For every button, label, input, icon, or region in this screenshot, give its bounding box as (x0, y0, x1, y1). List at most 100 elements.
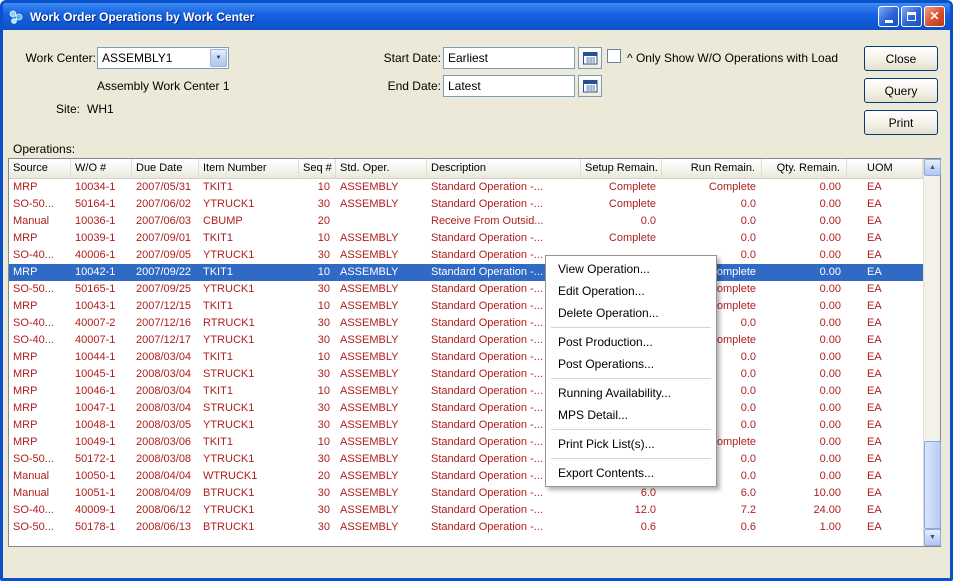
table-row[interactable]: SO-40...40006-12007/09/05YTRUCK130ASSEMB… (9, 247, 923, 264)
cell-due: 2007/09/01 (132, 230, 199, 247)
menu-item[interactable]: Post Operations... (548, 353, 714, 375)
table-row[interactable]: MRP10045-12008/03/04STRUCK130ASSEMBLYSta… (9, 366, 923, 383)
close-window-titlebar-button[interactable]: ✕ (924, 6, 945, 27)
chevron-down-icon[interactable]: ▼ (210, 49, 227, 67)
cell-item: STRUCK1 (199, 400, 299, 417)
cell-wo: 10036-1 (71, 213, 132, 230)
load-filter-checkbox[interactable] (607, 49, 621, 63)
cell-seq: 30 (299, 519, 336, 536)
cell-source: Manual (9, 468, 71, 485)
cell-item: TKIT1 (199, 230, 299, 247)
table-row[interactable]: MRP10044-12008/03/04TKIT110ASSEMBLYStand… (9, 349, 923, 366)
menu-item[interactable]: Export Contents... (548, 462, 714, 484)
table-row[interactable]: SO-50...50164-12007/06/02YTRUCK130ASSEMB… (9, 196, 923, 213)
cell-item: TKIT1 (199, 264, 299, 281)
cell-setup: Complete (581, 179, 662, 196)
cell-wo: 10050-1 (71, 468, 132, 485)
cell-uom: EA (847, 213, 923, 230)
start-date-calendar-button[interactable] (578, 47, 602, 69)
menu-item[interactable]: Print Pick List(s)... (548, 433, 714, 455)
cell-wo: 10048-1 (71, 417, 132, 434)
menu-item[interactable]: MPS Detail... (548, 404, 714, 426)
scroll-thumb[interactable] (924, 441, 941, 529)
column-header-due[interactable]: Due Date (132, 159, 199, 178)
cell-seq: 30 (299, 196, 336, 213)
column-header-run[interactable]: Run Remain. (662, 159, 762, 178)
column-header-source[interactable]: Source (9, 159, 71, 178)
column-header-uom[interactable]: UOM (847, 159, 923, 178)
table-row[interactable]: MRP10039-12007/09/01TKIT110ASSEMBLYStand… (9, 230, 923, 247)
cell-desc: Standard Operation -... (427, 230, 581, 247)
column-header-setup[interactable]: Setup Remain. (581, 159, 662, 178)
vertical-scrollbar[interactable]: ▲ ▼ (923, 159, 940, 546)
table-row[interactable]: MRP10046-12008/03/04TKIT110ASSEMBLYStand… (9, 383, 923, 400)
cell-source: MRP (9, 400, 71, 417)
cell-uom: EA (847, 468, 923, 485)
table-row[interactable]: Manual10036-12007/06/03CBUMP20Receive Fr… (9, 213, 923, 230)
table-row[interactable]: MRP10043-12007/12/15TKIT110ASSEMBLYStand… (9, 298, 923, 315)
table-row[interactable]: MRP10034-12007/05/31TKIT110ASSEMBLYStand… (9, 179, 923, 196)
cell-source: MRP (9, 383, 71, 400)
table-row[interactable]: MRP10047-12008/03/04STRUCK130ASSEMBLYSta… (9, 400, 923, 417)
cell-source: SO-50... (9, 196, 71, 213)
cell-qty: 0.00 (762, 451, 847, 468)
cell-seq: 30 (299, 315, 336, 332)
table-row[interactable]: Manual10051-12008/04/09BTRUCK130ASSEMBLY… (9, 485, 923, 502)
menu-separator (551, 429, 711, 430)
menu-item[interactable]: Post Production... (548, 331, 714, 353)
scroll-down-icon[interactable]: ▼ (924, 529, 941, 546)
cell-seq: 10 (299, 434, 336, 451)
cell-due: 2008/04/04 (132, 468, 199, 485)
column-header-wo[interactable]: W/O # (71, 159, 132, 178)
menu-item[interactable]: Delete Operation... (548, 302, 714, 324)
menu-item[interactable]: View Operation... (548, 258, 714, 280)
table-row[interactable]: SO-50...50172-12008/03/08YTRUCK130ASSEMB… (9, 451, 923, 468)
table-row[interactable]: SO-40...40007-22007/12/16RTRUCK130ASSEMB… (9, 315, 923, 332)
table-row[interactable]: MRP10048-12008/03/05YTRUCK130ASSEMBLYSta… (9, 417, 923, 434)
menu-item[interactable]: Running Availability... (548, 382, 714, 404)
scroll-up-icon[interactable]: ▲ (924, 159, 941, 176)
table-row[interactable]: SO-40...40007-12007/12/17YTRUCK130ASSEMB… (9, 332, 923, 349)
cell-qty: 10.00 (762, 485, 847, 502)
column-header-std[interactable]: Std. Oper. (336, 159, 427, 178)
end-date-calendar-button[interactable] (578, 75, 602, 97)
cell-source: MRP (9, 434, 71, 451)
table-row[interactable]: MRP10042-12007/09/22TKIT110ASSEMBLYStand… (9, 264, 923, 281)
cell-item: YTRUCK1 (199, 332, 299, 349)
print-button[interactable]: Print (864, 110, 938, 135)
cell-uom: EA (847, 196, 923, 213)
titlebar[interactable]: Work Order Operations by Work Center ✕ (3, 3, 950, 30)
column-header-item[interactable]: Item Number (199, 159, 299, 178)
query-button[interactable]: Query (864, 78, 938, 103)
maximize-icon (907, 12, 916, 21)
cell-item: YTRUCK1 (199, 451, 299, 468)
close-button[interactable]: Close (864, 46, 938, 71)
cell-qty: 0.00 (762, 298, 847, 315)
table-row[interactable]: Manual10050-12008/04/04WTRUCK120ASSEMBLY… (9, 468, 923, 485)
site-label: Site: (11, 102, 80, 116)
cell-wo: 10044-1 (71, 349, 132, 366)
column-header-seq[interactable]: Seq # (299, 159, 336, 178)
table-row[interactable]: MRP10049-12008/03/06TKIT110ASSEMBLYStand… (9, 434, 923, 451)
cell-std: ASSEMBLY (336, 332, 427, 349)
cell-due: 2007/12/17 (132, 332, 199, 349)
column-header-qty[interactable]: Qty. Remain. (762, 159, 847, 178)
cell-std: ASSEMBLY (336, 434, 427, 451)
cell-seq: 30 (299, 332, 336, 349)
table-row[interactable]: SO-40...40009-12008/06/12YTRUCK130ASSEMB… (9, 502, 923, 519)
cell-run: Complete (662, 179, 762, 196)
table-row[interactable]: SO-50...50165-12007/09/25YTRUCK130ASSEMB… (9, 281, 923, 298)
cell-wo: 50164-1 (71, 196, 132, 213)
minimize-button[interactable] (878, 6, 899, 27)
menu-item[interactable]: Edit Operation... (548, 280, 714, 302)
cell-setup: 0.6 (581, 519, 662, 536)
maximize-button[interactable] (901, 6, 922, 27)
end-date-input[interactable] (443, 75, 575, 97)
cell-wo: 10047-1 (71, 400, 132, 417)
start-date-input[interactable] (443, 47, 575, 69)
cell-qty: 1.00 (762, 519, 847, 536)
table-row[interactable]: SO-50...50178-12008/06/13BTRUCK130ASSEMB… (9, 519, 923, 536)
work-center-combobox[interactable]: ASSEMBLY1 ▼ (97, 47, 229, 69)
cell-desc: Standard Operation -... (427, 485, 581, 502)
column-header-desc[interactable]: Description (427, 159, 581, 178)
